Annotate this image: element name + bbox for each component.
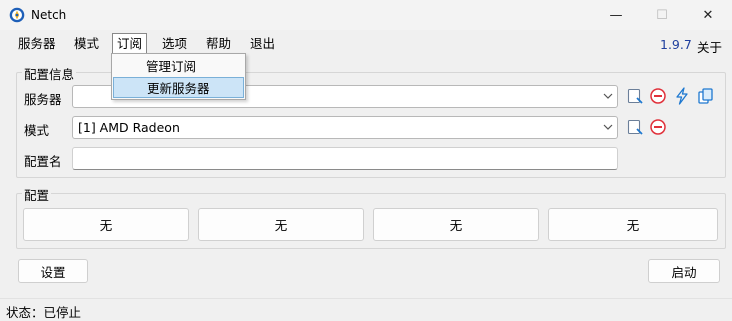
menu-help[interactable]: 帮助 [202,34,235,54]
menu-item-manage-subscriptions[interactable]: 管理订阅 [113,56,244,77]
profiles-label: 配置 [22,185,52,204]
menu-exit[interactable]: 退出 [246,34,279,54]
close-button[interactable]: ✕ [685,0,731,30]
menu-subscribe[interactable]: 订阅 [112,33,148,55]
about-link[interactable]: 关于 [697,37,722,56]
start-button[interactable]: 启动 [648,259,720,283]
minimize-icon: — [609,7,623,23]
close-icon: ✕ [702,7,714,23]
edit-mode-icon[interactable] [626,118,644,136]
menu-server[interactable]: 服务器 [14,34,60,54]
profile-button-1[interactable]: 无 [23,208,189,241]
menu-mode[interactable]: 模式 [70,34,103,54]
window-title: Netch [31,8,67,22]
subscribe-dropdown: 管理订阅 更新服务器 [111,53,246,100]
delete-mode-icon[interactable] [649,118,667,136]
chevron-down-icon [603,124,613,130]
config-info-label: 配置信息 [22,64,77,83]
menu-options[interactable]: 选项 [158,34,191,54]
server-label: 服务器 [24,92,62,107]
settings-button[interactable]: 设置 [18,259,88,283]
edit-server-icon[interactable] [626,87,644,105]
minimize-button[interactable]: — [593,0,639,30]
maximize-button[interactable]: ☐ [639,0,685,30]
mode-select[interactable]: [1] AMD Radeon [72,116,618,139]
status-text: 状态：已停止 [6,305,82,320]
profile-button-4[interactable]: 无 [548,208,718,241]
profile-button-3[interactable]: 无 [373,208,539,241]
netch-logo-icon [9,7,25,23]
maximize-icon: ☐ [656,7,668,23]
chevron-down-icon [603,93,613,99]
status-bar [0,298,732,321]
delete-server-icon[interactable] [649,87,667,105]
profile-name-label: 配置名 [24,154,62,169]
menu-item-update-servers[interactable]: 更新服务器 [113,77,244,98]
version-label: 1.9.7 [660,37,692,52]
speed-test-icon[interactable] [673,87,691,105]
profile-button-2[interactable]: 无 [198,208,364,241]
mode-label: 模式 [24,123,50,138]
copy-server-icon[interactable] [697,87,715,105]
profile-name-input[interactable] [72,147,618,170]
mode-select-value: [1] AMD Radeon [78,120,180,135]
